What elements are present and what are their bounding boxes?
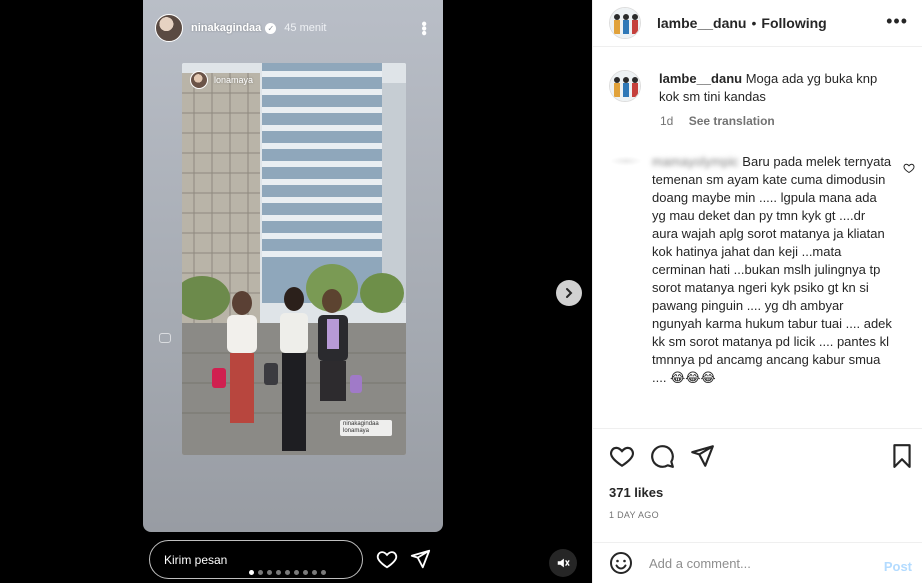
carousel-dot [258,570,263,575]
carousel-dot [267,570,272,575]
post-details-panel: lambe__danu • Following ••• lambe__danu … [592,0,922,583]
caption-text: lambe__danu Moga ada yg buka knp kok sm … [659,70,899,106]
carousel-dots [249,570,326,575]
caption-age: 1d [660,114,674,128]
comment-input[interactable]: Add a comment... [649,556,751,571]
story-header: ninakagindaa ✓ 45 menit ••• [143,0,443,56]
story-avatar [155,14,183,42]
chevron-right-icon [566,288,573,298]
carousel-dot [285,570,290,575]
caption-meta: 1d See translation [660,114,775,128]
next-slide-button[interactable] [556,280,582,306]
story-screenshot: ninakagindaa ✓ 45 menit ••• lonamaya nin… [143,0,443,532]
comment-username[interactable]: mamayolympic [652,154,739,169]
avatar[interactable] [609,7,641,39]
post-date: 1 DAY AGO [609,510,659,520]
inner-username: lonamaya [214,75,254,85]
avatar-illustration [610,71,640,101]
send-icon[interactable] [409,548,431,570]
separator: • [751,15,757,31]
comment-like-heart-icon[interactable] [903,162,915,174]
carousel-dot [303,570,308,575]
carousel-dot [276,570,281,575]
more-options-icon[interactable]: ••• [886,12,908,30]
action-bar [593,428,922,478]
see-translation-link[interactable]: See translation [689,114,775,128]
story-time: 45 menit [284,22,327,34]
story-username: ninakagindaa [191,22,262,34]
comment-text: Baru pada melek ternyata temenan sm ayam… [652,154,892,385]
post-button[interactable]: Post [884,559,912,574]
chat-bubble-icon [159,333,171,343]
carousel-dot [312,570,317,575]
comment-item: mamayolympic Baru pada melek ternyata te… [652,153,892,387]
caption: lambe__danu Moga ada yg buka knp kok sm … [609,70,909,106]
speaker-muted-icon [557,558,570,568]
mention-sticker: ninakagindaa lonamaya [340,420,392,436]
carousel-dot [321,570,326,575]
emoji-icon[interactable] [609,551,633,575]
post-header: lambe__danu • Following ••• [593,0,922,47]
story-more-icon: ••• [415,21,432,35]
post-media: ninakagindaa ✓ 45 menit ••• lonamaya nin… [0,0,592,583]
heart-icon[interactable] [375,548,399,570]
carousel-dot [294,570,299,575]
comment-avatar [610,156,642,166]
carousel-dot [249,570,254,575]
save-bookmark-icon[interactable] [889,443,915,469]
reposted-photo: lonamaya ninakagindaa lonamaya [182,63,406,455]
avatar-illustration [610,8,640,38]
header-username[interactable]: lambe__danu [657,15,746,31]
share-icon[interactable] [689,443,715,469]
following-button[interactable]: Following [761,15,826,31]
caption-avatar[interactable] [609,70,641,102]
inner-story-user: lonamaya [190,71,253,89]
like-heart-icon[interactable] [609,443,635,469]
likes-count[interactable]: 371 likes [609,485,663,500]
building-photo-illustration [182,63,406,455]
comment-icon[interactable] [649,443,675,469]
add-comment-bar: Add a comment... Post [593,542,922,583]
mute-button[interactable] [549,549,577,577]
verified-badge-icon: ✓ [265,22,277,34]
caption-username[interactable]: lambe__danu [659,71,742,86]
inner-avatar [190,71,208,89]
